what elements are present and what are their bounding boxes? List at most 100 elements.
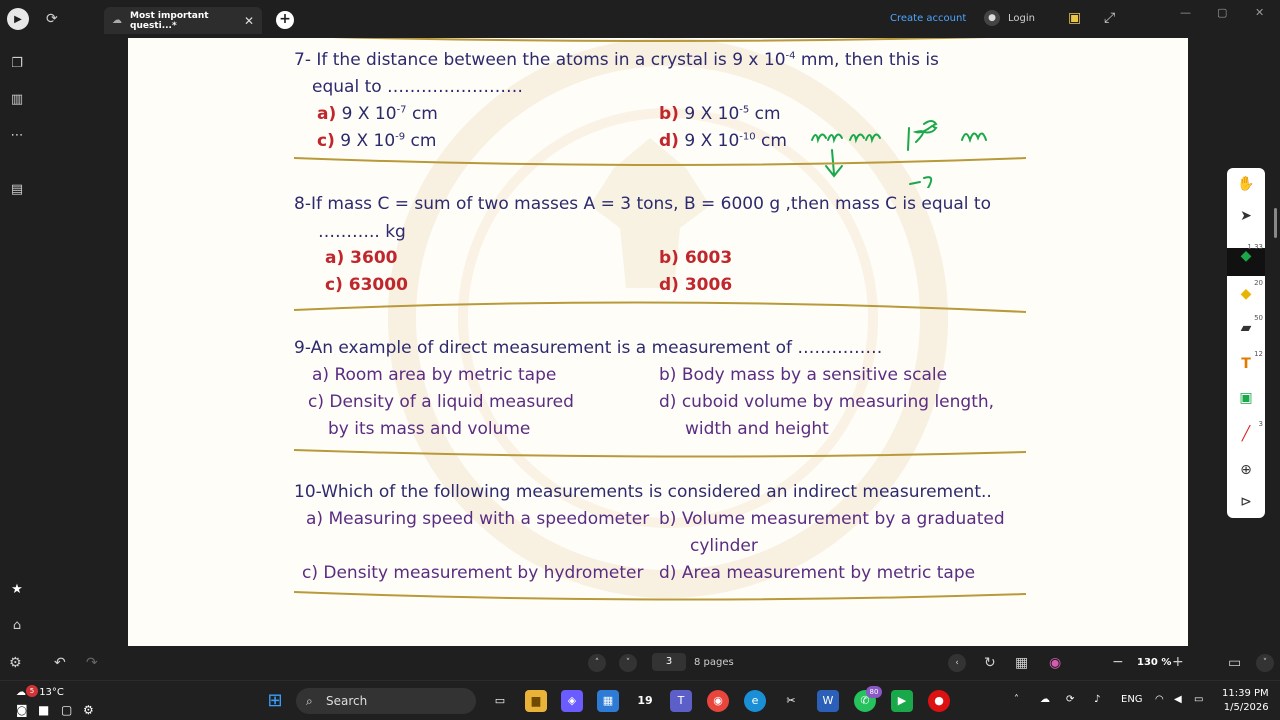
battery-icon[interactable]: ▭ <box>1194 694 1203 705</box>
next-page-button[interactable]: ˅ <box>619 654 637 672</box>
text-tool-icon[interactable]: T <box>1227 356 1265 384</box>
add-tool-icon[interactable]: ⊕ <box>1227 462 1265 490</box>
collapse-button[interactable]: ‹ <box>948 654 966 672</box>
window-icon[interactable]: ▢ <box>61 703 72 717</box>
hand-tool-icon[interactable]: ✋ <box>1227 176 1265 204</box>
separator-q10 <box>294 586 1026 604</box>
time: 11:39 PM <box>1222 688 1269 699</box>
word-icon[interactable]: W <box>817 690 839 712</box>
book-icon[interactable]: ▥ <box>8 92 26 110</box>
q7-c-base: 9 X 10 <box>340 131 396 151</box>
chrome-icon[interactable]: ◉ <box>707 690 729 712</box>
start-windows-icon[interactable]: ⊞ <box>264 690 286 712</box>
snipping-tool-icon[interactable]: ✂ <box>780 690 802 712</box>
pip-icon[interactable]: ▣ <box>1068 10 1081 26</box>
tab-document[interactable]: ☁ Most important questi...* ✕ <box>104 7 262 34</box>
palette-icon[interactable]: ◉ <box>1049 655 1061 671</box>
fullscreen-icon[interactable]: ⤢ <box>1104 10 1115 26</box>
maximize-icon[interactable]: ▢ <box>1217 6 1227 19</box>
star-icon[interactable]: ★ <box>8 582 26 600</box>
line-size: 3 <box>1258 420 1263 428</box>
sync-tray-icon[interactable]: ⟳ <box>1066 694 1074 705</box>
camera-icon[interactable]: ◙ <box>16 703 28 717</box>
q7-b-exp: -5 <box>739 104 750 116</box>
page-number-input[interactable]: 3 <box>652 653 686 671</box>
teams-icon[interactable]: T <box>670 690 692 712</box>
settings-icon[interactable]: ⚙ <box>9 655 22 671</box>
q7-option-c: c) 9 X 10-9 cm <box>317 131 436 151</box>
calendar-icon[interactable]: 19 <box>634 690 656 712</box>
create-account-link[interactable]: Create account <box>890 13 966 24</box>
page-count: 8 pages <box>694 657 734 668</box>
recorder-icon[interactable]: ● <box>928 690 950 712</box>
q9-option-c2: by its mass and volume <box>328 419 531 439</box>
pointer-tool-icon[interactable]: ➤ <box>1227 208 1265 236</box>
sync-icon[interactable]: ⟳ <box>46 11 58 27</box>
q7-exp: -4 <box>785 50 796 62</box>
minimize-icon[interactable]: — <box>1180 6 1191 19</box>
clipboard-icon[interactable]: ▤ <box>8 182 26 200</box>
show-hidden-icons[interactable]: ˄ <box>1014 694 1019 705</box>
task-view-icon[interactable]: ▭ <box>489 690 511 712</box>
date: 1/5/2026 <box>1223 702 1269 713</box>
wifi-icon[interactable]: ◠ <box>1155 694 1164 705</box>
separator-q8 <box>294 296 1026 314</box>
pages-icon[interactable]: ❐ <box>8 56 26 74</box>
more-icon[interactable]: ⋯ <box>8 128 26 146</box>
copilot-icon[interactable]: ◈ <box>561 690 583 712</box>
weather-badge: 5 <box>26 685 38 697</box>
cloud-off-icon: ☁ <box>112 15 122 26</box>
q7-a-exp: -7 <box>396 104 407 116</box>
q8-option-d: d) 3006 <box>659 275 733 295</box>
present-icon[interactable]: ⊳ <box>1227 494 1265 522</box>
q7-option-b: b) 9 X 10-5 cm <box>659 104 781 124</box>
graduation-cap-icon[interactable]: ⌂ <box>8 618 26 636</box>
fit-icon[interactable]: ▭ <box>1228 655 1241 671</box>
clock[interactable]: 11:39 PM 1/5/2026 <box>1222 687 1269 715</box>
undo-icon[interactable]: ↶ <box>54 655 66 671</box>
q10-option-a: a) Measuring speed with a speedometer <box>306 509 650 529</box>
video-icon[interactable]: ■ <box>38 703 49 717</box>
tab-title: Most important questi...* <box>130 10 209 31</box>
scrollbar-thumb[interactable] <box>1274 208 1277 238</box>
q7-d-exp: -10 <box>739 131 756 143</box>
text-size: 12 <box>1254 350 1263 358</box>
redo-icon[interactable]: ↷ <box>86 655 98 671</box>
highlighter-tool-icon[interactable]: ◆ <box>1227 286 1265 314</box>
textbox-tool-icon[interactable]: ▣ <box>1227 390 1265 418</box>
edge-icon[interactable]: e <box>744 690 766 712</box>
q7-b-label: b) <box>659 104 679 124</box>
question-7-line1: 7- If the distance between the atoms in … <box>294 50 939 70</box>
zoom-level[interactable]: 130 % <box>1137 657 1171 668</box>
gear-icon[interactable]: ⚙ <box>83 703 94 717</box>
prev-page-button[interactable]: ˄ <box>588 654 606 672</box>
store-icon[interactable]: ▦ <box>597 690 619 712</box>
file-explorer-icon[interactable]: ▆ <box>525 690 547 712</box>
pen-tool-icon[interactable]: ◆ <box>1227 248 1265 276</box>
q7-c-unit: cm <box>405 131 437 151</box>
q7-d-base: 9 X 10 <box>684 131 740 151</box>
taskbar-search[interactable]: ⌕ Search <box>296 688 476 714</box>
volume-icon[interactable]: ◀ <box>1174 694 1182 705</box>
new-tab-button[interactable]: + <box>276 11 294 29</box>
cloud-icon[interactable]: ☁ <box>1040 694 1050 705</box>
active-app-icon[interactable]: ▶ <box>891 690 913 712</box>
whatsapp-badge: 80 <box>866 686 882 698</box>
zoom-out-icon[interactable]: − <box>1112 654 1124 670</box>
weather-widget[interactable]: ☁ 5 13°C <box>16 685 64 698</box>
close-tab-icon[interactable]: ✕ <box>244 14 254 28</box>
language-indicator[interactable]: ENG <box>1121 694 1143 705</box>
close-window-icon[interactable]: ✕ <box>1255 6 1264 19</box>
rotate-icon[interactable]: ↻ <box>984 655 996 671</box>
q7-d-label: d) <box>659 131 679 151</box>
login-button[interactable]: ● Login <box>984 10 1035 26</box>
line-tool-icon[interactable]: ╱ <box>1227 426 1265 454</box>
eraser-tool-icon[interactable]: ▰ <box>1227 320 1265 348</box>
separator-top <box>294 38 1026 46</box>
grid-view-icon[interactable]: ▦ <box>1015 655 1028 671</box>
dropdown-icon[interactable]: ˅ <box>1256 654 1274 672</box>
zoom-in-icon[interactable]: + <box>1172 654 1184 670</box>
app-logo-icon[interactable]: ▶ <box>7 8 29 30</box>
bottom-bar: ⚙ ↶ ↷ ˄ ˅ 3 8 pages ‹ ↻ ▦ ◉ − 130 % + ▭ … <box>0 646 1280 680</box>
microphone-icon[interactable]: ♪ <box>1094 694 1100 705</box>
